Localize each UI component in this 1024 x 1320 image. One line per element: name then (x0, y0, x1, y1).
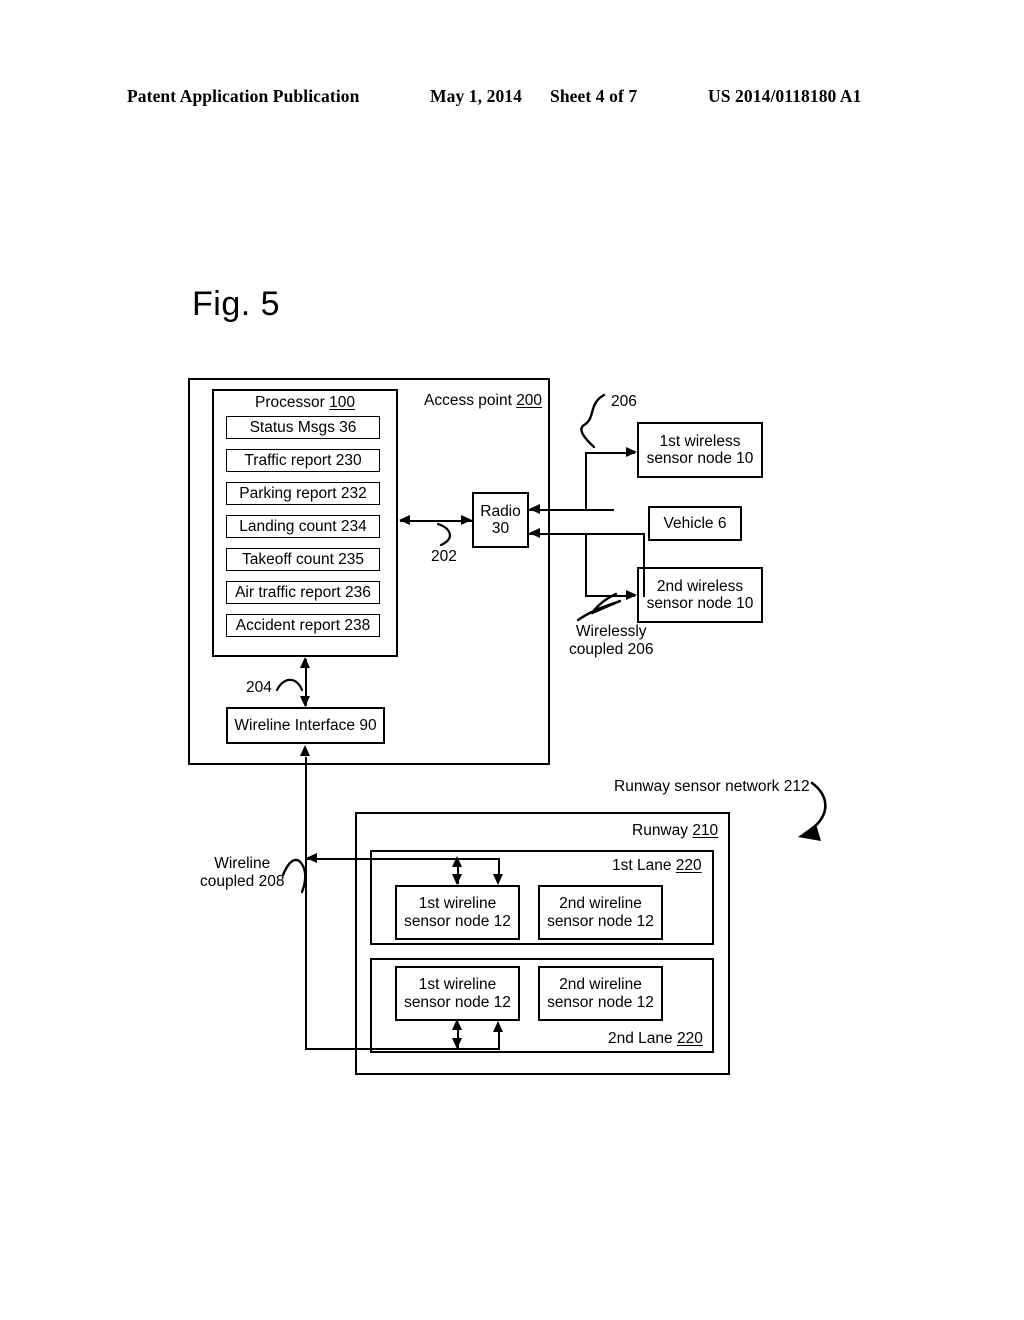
leader-206-top-squiggle (580, 393, 606, 449)
processor-title-text: Processor (255, 394, 330, 411)
runway-sensor-network-label: Runway sensor network 212 (614, 778, 810, 795)
processor-radio-arrow-right (461, 515, 472, 525)
radio-label-line2: 30 (491, 520, 510, 537)
wireline-bus-vertical-main (305, 757, 307, 1050)
runway-lane-2-label-text: 2nd Lane (608, 1030, 677, 1047)
wireless-node-2-line2: sensor node 10 (646, 595, 754, 612)
wireline-interface-label: Wireline Interface 90 (234, 716, 377, 734)
radio-node2-line-v-left (585, 533, 587, 595)
radio-node2-line-v (643, 533, 645, 597)
runway-lane-2-label: 2nd Lane 220 (608, 1030, 703, 1048)
radio-node2-arrow-into-radio (529, 528, 540, 538)
header-patent-number: US 2014/0118180 A1 (708, 86, 862, 106)
wirelessly-coupled-line2: coupled 206 (569, 640, 654, 658)
access-point-title-ref: 200 (516, 392, 543, 409)
processor-item-label: Status Msgs 36 (249, 418, 357, 436)
wireline-interface-arrow-up (300, 745, 310, 756)
radio-label-line1: Radio (480, 502, 521, 520)
processor-item-takeoff-count: Takeoff count 235 (226, 548, 380, 571)
figure-label: Fig. 5 (192, 285, 281, 323)
wireline-coupled-line2: coupled 208 (200, 872, 285, 890)
processor-item-accident-report: Accident report 238 (226, 614, 380, 637)
runway-lane-2-node-2: 2nd wireline sensor node 12 (538, 966, 663, 1021)
processor-item-label: Landing count 234 (239, 517, 367, 535)
processor-item-air-traffic-report: Air traffic report 236 (226, 581, 380, 604)
header-publication-date: May 1, 2014 (430, 86, 522, 106)
wireless-node-2-line1: 2nd wireless (656, 577, 744, 595)
lane2-bus-horizontal (305, 1048, 500, 1050)
runway-lane-1-label-text: 1st Lane (612, 857, 676, 874)
wireless-node-1-line2: sensor node 10 (646, 450, 754, 467)
wireline-node-line1: 2nd wireline (559, 895, 642, 913)
runway-title-text: Runway (632, 822, 693, 839)
page-header: Patent Application Publication May 1, 20… (0, 86, 1024, 116)
runway-lane-1-node-1: 1st wireline sensor node 12 (395, 885, 520, 940)
leader-212-curve (810, 781, 827, 830)
processor-item-label: Accident report 238 (235, 616, 371, 634)
lane2-node2-arrow-up (493, 1021, 503, 1032)
radio-node1-arrow-into-radio (529, 504, 540, 514)
ref-206-top-label: 206 (611, 393, 637, 410)
processor-item-status-msgs: Status Msgs 36 (226, 416, 380, 439)
wirelessly-coupled-label: Wirelessly coupled 206 (569, 623, 653, 659)
vehicle-box: Vehicle 6 (648, 506, 742, 541)
processor-item-label: Traffic report 230 (244, 451, 362, 469)
wireline-interface-box: Wireline Interface 90 (226, 707, 385, 744)
wireless-node-1-line1: 1st wireless (659, 432, 741, 450)
access-point-title: Access point 200 (424, 392, 542, 410)
processor-item-traffic-report: Traffic report 230 (226, 449, 380, 472)
header-sheet-number: Sheet 4 of 7 (550, 86, 638, 106)
vehicle-label: Vehicle 6 (663, 514, 727, 532)
runway-lane-1-label-ref: 220 (675, 857, 702, 874)
lane2-node1-arrow-down (452, 1038, 462, 1049)
wireline-coupled-line1: Wireline (214, 855, 271, 872)
processor-item-parking-report: Parking report 232 (226, 482, 380, 505)
radio-node1-line-h-lower (529, 509, 614, 511)
wireline-coupled-label: Wireline coupled 208 (200, 855, 284, 891)
lane1-node1-arrow-down (452, 874, 462, 885)
processor-item-label: Air traffic report 236 (235, 583, 371, 601)
processor-wireline-arrow-up (300, 657, 310, 668)
runway-lane-1-label: 1st Lane 220 (612, 857, 702, 875)
wireless-sensor-node-1: 1st wireless sensor node 10 (637, 422, 763, 478)
leader-212-arrowhead (798, 824, 821, 841)
processor-wireline-arrow-down (300, 696, 310, 707)
wireline-node-line2: sensor node 12 (547, 993, 654, 1011)
radio-node2-arrow-into-node2 (626, 590, 637, 600)
runway-lane-2-label-ref: 220 (676, 1030, 703, 1047)
wireless-sensor-node-2: 2nd wireless sensor node 10 (637, 567, 763, 623)
wireline-node-line2: sensor node 12 (404, 912, 511, 930)
access-point-title-text: Access point (424, 392, 517, 409)
processor-item-landing-count: Landing count 234 (226, 515, 380, 538)
ref-204-label: 204 (246, 679, 272, 696)
leader-208-squiggle (281, 858, 307, 894)
processor-title-ref: 100 (329, 394, 355, 411)
header-publication-title: Patent Application Publication (127, 86, 360, 106)
wirelessly-coupled-line1: Wirelessly (575, 623, 647, 640)
processor-item-label: Takeoff count 235 (241, 550, 365, 568)
radio-node1-line-v (585, 452, 587, 511)
lane2-node1-arrow-up (452, 1019, 462, 1030)
processor-title: Processor 100 (212, 394, 398, 412)
wireline-node-line1: 1st wireline (418, 976, 497, 994)
lane1-node2-arrow-down (493, 874, 503, 885)
wireline-node-line1: 1st wireline (418, 895, 497, 913)
lane1-bus-arrow-into-main (306, 853, 317, 863)
wireline-node-line2: sensor node 12 (547, 912, 654, 930)
processor-item-label: Parking report 232 (239, 484, 367, 502)
processor-radio-arrow-left (399, 515, 410, 525)
leader-206-bottom-squiggle (576, 592, 622, 622)
wireline-node-line1: 2nd wireline (559, 976, 642, 994)
lane1-top-rail (457, 858, 499, 860)
ref-202-label: 202 (431, 548, 457, 565)
runway-lane-1-node-2: 2nd wireline sensor node 12 (538, 885, 663, 940)
runway-lane-2-node-1: 1st wireline sensor node 12 (395, 966, 520, 1021)
runway-title-ref: 210 (692, 822, 719, 839)
wireline-node-line2: sensor node 12 (404, 993, 511, 1011)
radio-box: Radio 30 (472, 492, 529, 548)
radio-node1-arrow-into-node1 (626, 447, 637, 457)
runway-title: Runway 210 (632, 822, 718, 840)
